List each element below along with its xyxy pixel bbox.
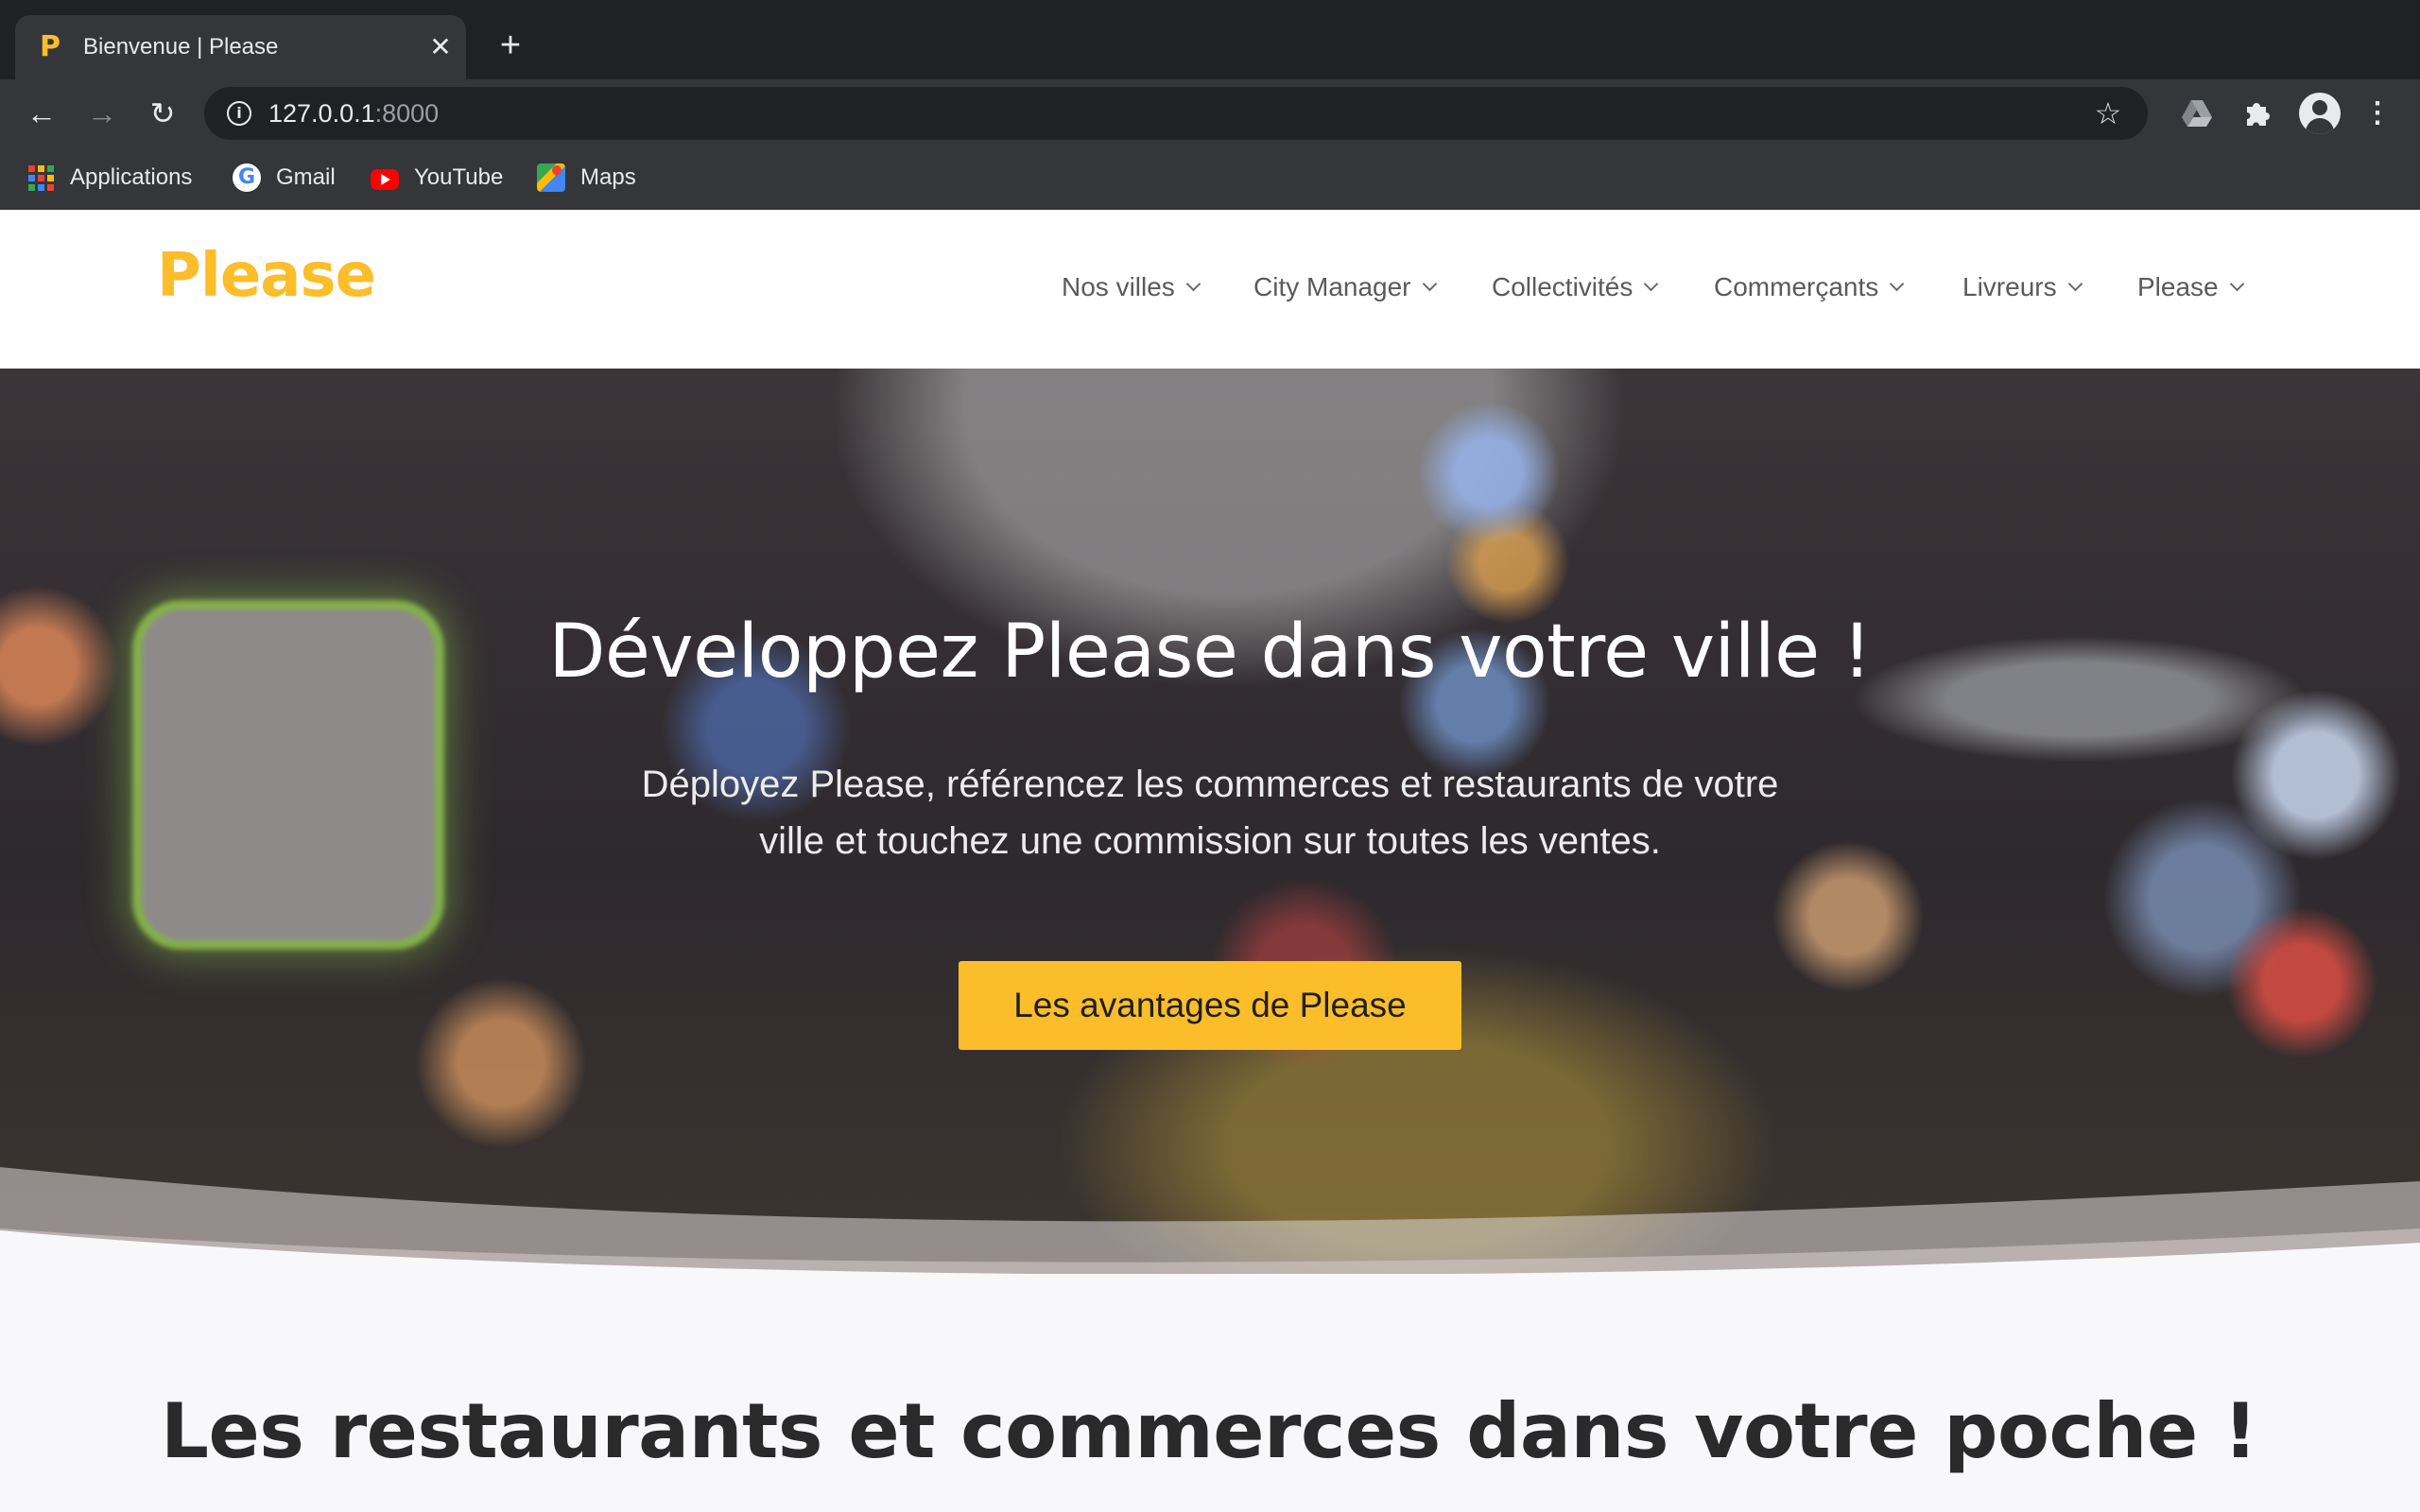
nav-commercants[interactable]: Commerçants — [1714, 265, 1905, 310]
bookmark-label: Maps — [580, 164, 636, 190]
nav-nos-villes[interactable]: Nos villes — [1062, 265, 1201, 310]
browser-toolbar: ← → ↻ i 127.0.0.1:8000 ☆ ⋮ — [0, 79, 2420, 147]
bookmark-label: Applications — [70, 164, 193, 190]
address-bar[interactable]: i 127.0.0.1:8000 ☆ — [204, 87, 2148, 140]
google-icon: G — [233, 163, 261, 192]
browser-tab[interactable]: P Bienvenue | Please ✕ — [15, 15, 466, 79]
bookmark-maps[interactable]: Maps — [537, 161, 636, 195]
please-logo[interactable]: Please — [157, 238, 376, 314]
section-title: Les restaurants et commerces dans votre … — [161, 1387, 2257, 1475]
site-info-icon[interactable]: i — [227, 101, 251, 126]
tab-title: Bienvenue | Please — [83, 34, 279, 60]
close-icon[interactable]: ✕ — [424, 30, 458, 64]
drive-icon[interactable] — [2176, 93, 2218, 134]
bookmark-youtube[interactable]: YouTube — [371, 161, 503, 195]
hero-subtitle-line: ville et touchez une commission sur tout… — [759, 820, 1661, 862]
advantages-button[interactable]: Les avantages de Please — [959, 961, 1461, 1050]
url-host: 127.0.0.1 — [268, 99, 375, 128]
bookmarks-bar: Applications G Gmail YouTube Maps — [0, 147, 2420, 210]
bookmark-applications[interactable]: Applications — [26, 161, 192, 195]
reload-button[interactable]: ↻ — [142, 93, 183, 134]
back-button[interactable]: ← — [21, 93, 62, 134]
puzzle-icon[interactable] — [2237, 93, 2278, 134]
chevron-down-icon — [2229, 276, 2244, 291]
chevron-down-icon — [1644, 276, 1659, 291]
please-favicon-icon: P — [40, 30, 60, 63]
bookmark-label: Gmail — [276, 164, 336, 190]
chevron-down-icon — [1889, 276, 1905, 291]
youtube-icon — [371, 169, 399, 190]
nav-label: Nos villes — [1062, 272, 1175, 301]
url-port: :8000 — [374, 99, 440, 128]
nav-livreurs[interactable]: Livreurs — [1962, 265, 2083, 310]
nav-label: Collectivités — [1492, 272, 1634, 301]
hero-subtitle-line: Déployez Please, référencez les commerce… — [641, 764, 1779, 805]
bookmark-label: YouTube — [414, 164, 504, 190]
new-tab-button[interactable]: + — [492, 26, 529, 64]
url-text[interactable]: 127.0.0.1:8000 — [268, 99, 439, 128]
chevron-down-icon — [2067, 276, 2083, 291]
bookmark-star-icon[interactable]: ☆ — [2091, 96, 2125, 130]
nav-label: City Manager — [1253, 272, 1411, 301]
nav-city-manager[interactable]: City Manager — [1253, 265, 1437, 310]
nav-label: Please — [2137, 272, 2219, 301]
nav-label: Livreurs — [1962, 272, 2057, 301]
hero-banner: Développez Please dans votre ville ! Dép… — [0, 369, 2420, 1276]
chevron-down-icon — [1185, 276, 1201, 291]
hero-title: Développez Please dans votre ville ! — [548, 610, 1872, 695]
bookmark-gmail[interactable]: G Gmail — [233, 161, 336, 195]
browser-tabstrip: P Bienvenue | Please ✕ + — [0, 0, 2420, 79]
apps-grid-icon — [26, 163, 55, 192]
profile-avatar-icon[interactable] — [2299, 93, 2341, 134]
nav-please[interactable]: Please — [2137, 265, 2244, 310]
forward-button[interactable]: → — [81, 93, 123, 134]
browser-menu-icon[interactable]: ⋮ — [2363, 93, 2392, 134]
nav-collectivites[interactable]: Collectivités — [1492, 265, 1659, 310]
site-header: Please Nos villes City Manager Collectiv… — [0, 210, 2420, 369]
hero-subtitle: Déployez Please, référencez les commerce… — [548, 756, 1872, 869]
nav-label: Commerçants — [1714, 272, 1879, 301]
chevron-down-icon — [1422, 276, 1437, 291]
maps-icon — [537, 163, 565, 192]
